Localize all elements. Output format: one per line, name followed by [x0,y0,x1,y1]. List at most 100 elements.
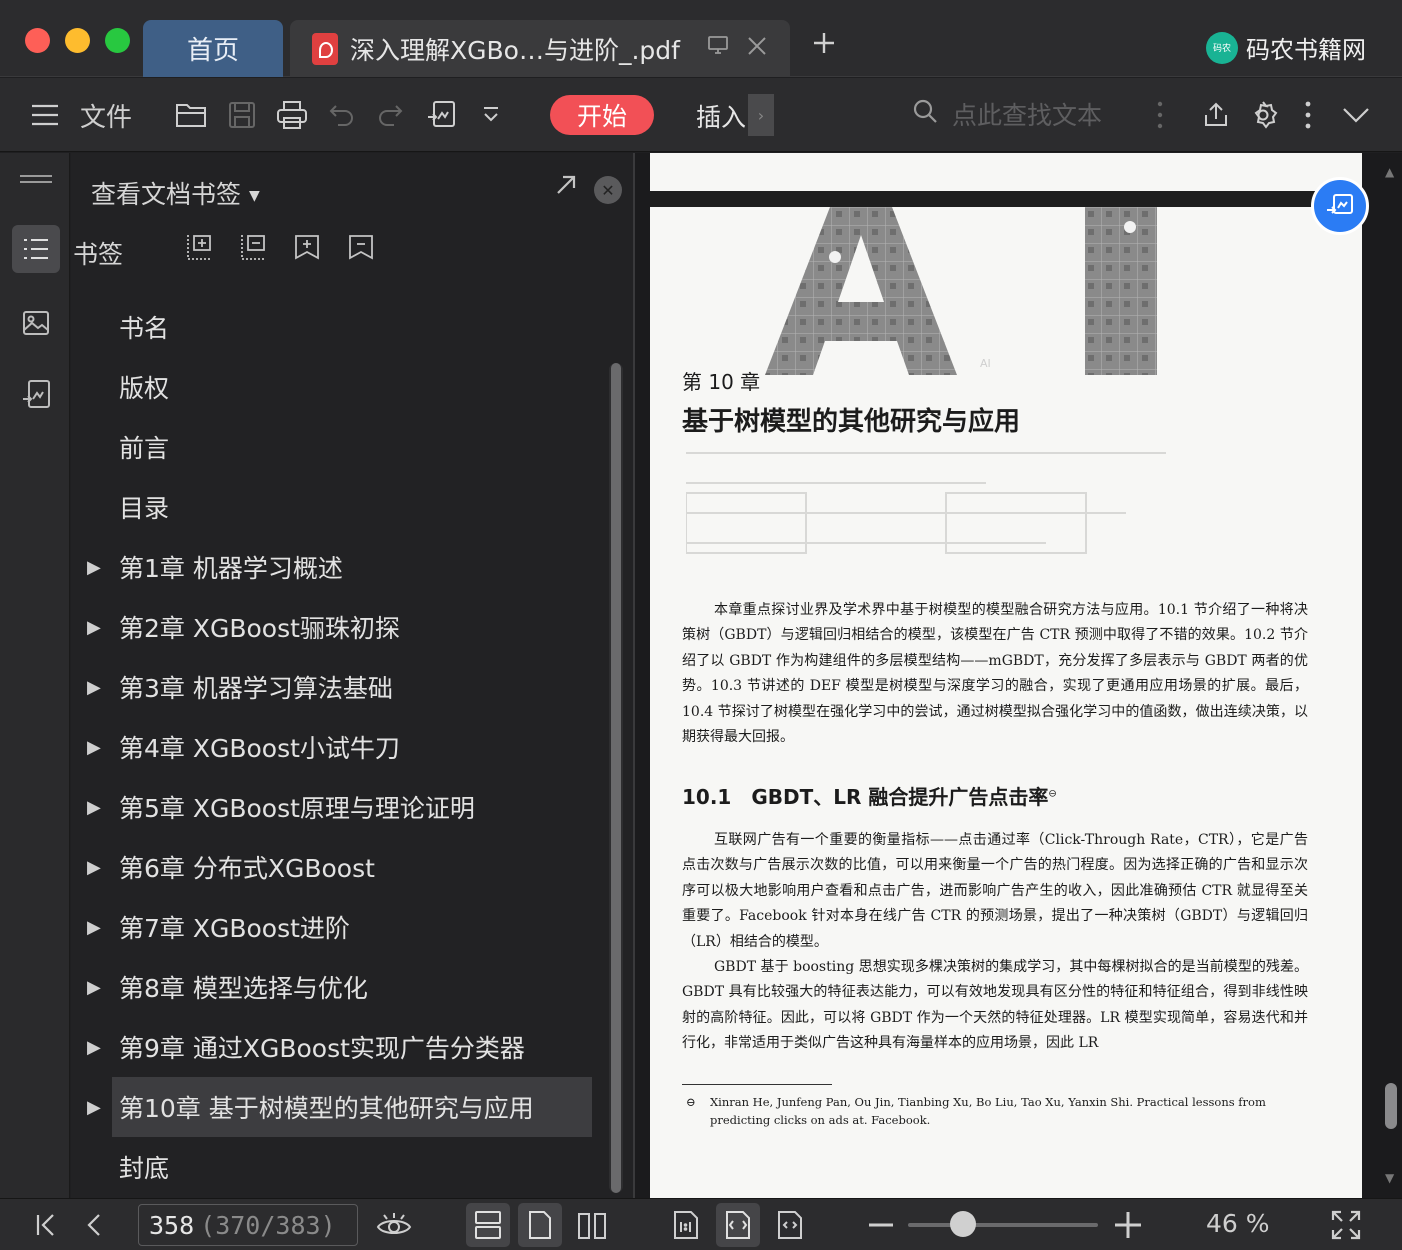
zoom-in-icon[interactable] [1112,1199,1144,1250]
bookmark-item[interactable]: 封底 [71,1137,611,1197]
add-bookmark-icon[interactable] [291,231,323,263]
insert-tab[interactable]: 插入 [696,98,746,134]
more-tools-dropdown-icon[interactable] [476,78,506,152]
detach-panel-icon[interactable] [555,173,577,203]
redo-icon[interactable] [372,78,408,152]
section-paragraph-2: GBDT 基于 boosting 思想实现多棵决策树的集成学习，其中每棵树拟合的… [682,959,1308,1052]
brand[interactable]: 码农 码农书籍网 [1206,30,1366,65]
document-scrollbar-thumb[interactable] [1385,1083,1397,1129]
bookmark-item[interactable]: 前言 [71,417,611,477]
scroll-down-arrow-icon[interactable]: ▼ [1385,1171,1394,1185]
zoom-slider-knob[interactable] [950,1211,976,1237]
expand-arrow-icon[interactable]: ▶ [87,917,101,938]
bookmark-item[interactable]: ▶ 第5章 XGBoost原理与理论证明 [71,777,611,837]
two-page-view-icon[interactable] [570,1203,614,1247]
remove-bookmark-icon[interactable] [345,231,377,263]
share-icon[interactable] [1198,78,1234,152]
bookmark-item[interactable]: ▶ 第10章 基于树模型的其他研究与应用 [87,1077,592,1137]
window-close-button[interactable] [25,28,50,53]
tab-home-label: 首页 [186,36,239,66]
file-menu[interactable]: 文件 [78,78,134,152]
collapse-all-icon[interactable] [237,231,269,263]
bookmark-item[interactable]: ▶ 第9章 通过XGBoost实现广告分类器 [71,1017,611,1077]
status-bar: 358 (370/383) 46 % [0,1198,1402,1250]
save-icon[interactable] [222,78,262,152]
tab-document[interactable]: 深入理解XGBo…与进阶_.pdf [290,20,790,77]
bookmark-item-label: 书名 [119,314,170,343]
search-box[interactable]: 点此查找文本 [912,96,1102,132]
tab-home[interactable]: 首页 [143,20,283,77]
bookmarks-panel-icon[interactable] [12,225,60,273]
expand-arrow-icon[interactable]: ▶ [87,617,101,638]
window-minimize-button[interactable] [65,28,90,53]
document-scrollbar[interactable]: ▲ ▼ [1380,153,1402,1198]
bookmark-item[interactable]: ▶ 第8章 模型选择与优化 [71,957,611,1017]
menu-icon[interactable] [28,78,62,152]
file-menu-label: 文件 [79,102,132,133]
bookmark-item-label: 第6章 分布式XGBoost [119,854,375,883]
scroll-up-arrow-icon[interactable]: ▲ [1385,165,1394,179]
bookmark-item[interactable]: ▶ 第1章 机器学习概述 [71,537,611,597]
more-options-icon[interactable] [1298,78,1318,152]
expand-arrow-icon[interactable]: ▶ [87,677,101,698]
zoom-out-icon[interactable] [866,1199,896,1250]
bookmark-item[interactable]: ▶ 第4章 XGBoost小试牛刀 [71,717,611,777]
bookmark-view-dropdown[interactable]: 查看文档书签 ▼ [91,175,260,211]
collapse-toolbar-chevron-icon[interactable] [1338,78,1374,152]
bookmark-item[interactable]: ▶ 第3章 机器学习算法基础 [71,657,611,717]
bookmark-item[interactable]: ▶ 第6章 分布式XGBoost [71,837,611,897]
single-page-view-icon[interactable] [518,1203,562,1247]
bookmark-scrollbar-thumb[interactable] [611,363,621,1193]
bookmark-item[interactable]: ▶ 第7章 XGBoost进阶 [71,897,611,957]
start-tab[interactable]: 开始 [550,95,654,135]
start-tab-label: 开始 [576,102,627,131]
floating-convert-button[interactable] [1311,177,1369,235]
search-placeholder[interactable]: 点此查找文本 [952,96,1102,132]
expand-arrow-icon[interactable]: ▶ [87,737,101,758]
section-title-text: 10.1 GBDT、LR 融合提升广告点击率 [682,785,1049,809]
thumbnails-panel-icon[interactable] [12,299,60,347]
section-footnote-mark: ⊖ [1048,788,1057,800]
expand-all-icon[interactable] [183,231,215,263]
expand-arrow-icon[interactable]: ▶ [87,977,101,998]
bookmark-item-label: 第8章 模型选择与优化 [119,974,368,1003]
expand-arrow-icon[interactable]: ▶ [87,797,101,818]
expand-arrow-icon[interactable]: ▶ [87,1097,101,1118]
reading-mode-eye-icon[interactable] [374,1199,414,1250]
settings-gear-icon[interactable] [1245,78,1281,152]
zoom-level[interactable]: 46 % [1206,1209,1270,1238]
fullscreen-icon[interactable] [1328,1199,1364,1250]
zoom-slider[interactable] [908,1211,1098,1237]
fit-page-icon[interactable] [716,1203,760,1247]
ribbon-scroll-right-icon[interactable]: › [748,94,774,136]
expand-arrow-icon[interactable]: ▶ [87,857,101,878]
print-icon[interactable] [272,78,312,152]
expand-arrow-icon[interactable]: ▶ [87,557,101,578]
close-tab-icon[interactable] [746,34,768,64]
export-pdf-icon[interactable] [422,78,462,152]
fit-width-icon[interactable] [768,1203,812,1247]
bookmark-item[interactable]: 目录 [71,477,611,537]
annotations-panel-icon[interactable] [12,371,60,419]
continuous-scroll-view-icon[interactable] [466,1203,510,1247]
bookmark-item-label: 目录 [119,494,170,523]
window-maximize-button[interactable] [105,28,130,53]
close-panel-icon[interactable]: ✕ [594,176,622,204]
bookmark-item[interactable]: 版权 [71,357,611,417]
expand-arrow-icon[interactable]: ▶ [87,1037,101,1058]
screen-icon[interactable] [706,33,730,64]
first-page-icon[interactable] [30,1199,62,1250]
bookmark-item[interactable]: ▶ 第2章 XGBoost骊珠初探 [71,597,611,657]
new-tab-button[interactable] [812,28,836,60]
chapter-hero-illustration: AI [765,207,1157,375]
open-folder-icon[interactable] [172,78,212,152]
page-number-field[interactable]: 358 (370/383) [138,1204,358,1246]
bookmark-item-label: 第9章 通过XGBoost实现广告分类器 [119,1034,525,1063]
left-rail [0,153,70,1198]
bookmark-scrollbar[interactable] [609,363,623,1193]
rail-collapse-icon[interactable] [12,161,60,197]
bookmark-item[interactable]: 书名 [71,297,611,357]
actual-size-icon[interactable] [664,1203,708,1247]
previous-page-icon[interactable] [80,1199,108,1250]
undo-icon[interactable] [324,78,360,152]
